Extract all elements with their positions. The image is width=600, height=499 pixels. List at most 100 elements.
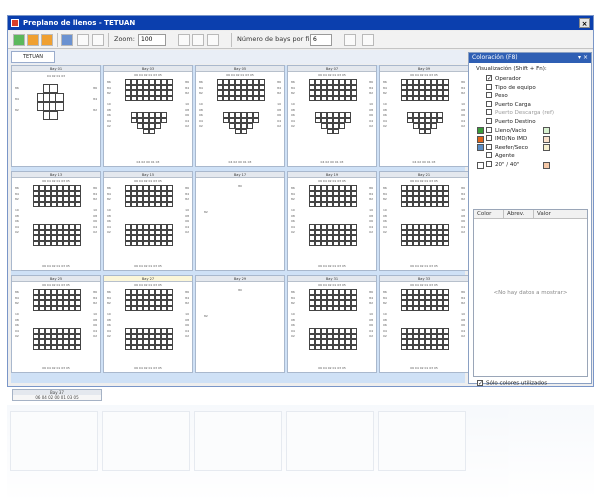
- bay-diagram[interactable]: Bay 07 06 04 02 01 03 05 04 02 00 01 03 86 …: [287, 65, 377, 167]
- tab-tetuan[interactable]: TETUAN: [11, 51, 55, 63]
- bay-diagram[interactable]: Bay 21 06 04 02 01 03 05 06 04 02 01 03 05…: [379, 171, 469, 271]
- only-used-colors-option[interactable]: ✓ Sólo colores utilizados: [477, 379, 547, 387]
- help-button[interactable]: [362, 34, 374, 46]
- container-slot[interactable]: [351, 95, 357, 101]
- container-slot[interactable]: [443, 305, 449, 311]
- color-swatch[interactable]: [477, 127, 484, 135]
- bay-diagram[interactable]: Bay 25 06 04 02 01 03 05 06 04 02 01 03 05…: [11, 275, 101, 373]
- container-slot[interactable]: [167, 344, 173, 350]
- refresh-button[interactable]: [77, 34, 89, 46]
- option-checkbox[interactable]: ✓: [486, 75, 492, 82]
- visualization-option[interactable]: ✓ Operador: [486, 75, 521, 83]
- bay-diagram[interactable]: Bay 03 06 04 02 01 03 05 04 02 00 01 03 86 …: [103, 65, 193, 167]
- option-label: IMD/No IMD: [495, 136, 528, 143]
- option-checkbox[interactable]: [486, 83, 492, 90]
- visualization-option[interactable]: Reefer/Seco: [486, 143, 528, 152]
- visualization-option[interactable]: Puerto Descarga (ref): [486, 109, 554, 117]
- container-slot[interactable]: [443, 201, 449, 207]
- close-button[interactable]: ×: [579, 18, 590, 28]
- visualization-option[interactable]: Peso: [486, 92, 508, 100]
- option-checkbox[interactable]: [486, 152, 492, 159]
- row-labels: 06 04 02 01 03 05: [42, 283, 70, 287]
- option-checkbox[interactable]: [486, 161, 492, 167]
- bay-diagram[interactable]: Bay 13 06 04 02 01 03 05 06 04 02 01 03 05…: [11, 171, 101, 271]
- color-swatch[interactable]: [477, 135, 484, 143]
- visualization-option[interactable]: Puerto Carga: [486, 100, 531, 109]
- container-slot[interactable]: [167, 95, 173, 101]
- tier-labels: 86 84 82 10 08 06 04 02: [15, 186, 19, 234]
- visualization-option[interactable]: 20" / 40": [486, 161, 519, 169]
- container-slot[interactable]: [351, 201, 357, 207]
- visualization-option[interactable]: Puerto Destino: [486, 118, 536, 126]
- visualization-option[interactable]: Tipo de equipo: [486, 83, 536, 92]
- container-slot[interactable]: [351, 305, 357, 311]
- panel-menu-icon[interactable]: ▾ ×: [578, 53, 588, 63]
- container-slot[interactable]: [351, 240, 357, 246]
- visualization-option[interactable]: Agente: [486, 152, 515, 160]
- container-slot[interactable]: [55, 93, 64, 102]
- option-checkbox[interactable]: [486, 143, 492, 150]
- bay-diagram[interactable]: Bay 17 80 82: [195, 171, 285, 271]
- option-label: 20" / 40": [495, 162, 520, 168]
- bay-diagram[interactable]: Bay 05 06 04 02 01 03 05 04 02 00 01 03 86 …: [195, 65, 285, 167]
- visualization-option[interactable]: IMD/No IMD: [486, 135, 527, 143]
- print-button[interactable]: [61, 34, 73, 46]
- container-slot[interactable]: [259, 95, 265, 101]
- accept-button[interactable]: [13, 34, 25, 46]
- container-slot[interactable]: [351, 344, 357, 350]
- container-slot[interactable]: [75, 240, 81, 246]
- column-color[interactable]: Color: [474, 210, 504, 219]
- column-abbr[interactable]: Abrev.: [504, 210, 534, 219]
- container-slot[interactable]: [167, 305, 173, 311]
- toolbar: Zoom: 100 Número de bays por fila: 6: [8, 31, 593, 49]
- option-checkbox[interactable]: [486, 100, 492, 107]
- option-checkbox[interactable]: [486, 92, 492, 99]
- reflection-bay: [378, 411, 466, 471]
- export-button[interactable]: [41, 34, 53, 46]
- color-swatch[interactable]: [543, 144, 550, 152]
- option-checkbox[interactable]: [486, 126, 492, 133]
- bay-diagram[interactable]: Bay 31 06 04 02 01 03 05 06 04 02 01 03 05…: [287, 275, 377, 373]
- option-checkbox[interactable]: [486, 109, 492, 116]
- container-slot[interactable]: [75, 344, 81, 350]
- container-slot[interactable]: [75, 305, 81, 311]
- color-swatch[interactable]: [477, 144, 484, 152]
- bay-diagram[interactable]: Bay 33 06 04 02 01 03 05 06 04 02 01 03 05…: [379, 275, 469, 373]
- only-used-checkbox[interactable]: ✓: [477, 379, 483, 386]
- container-slot[interactable]: [75, 201, 81, 207]
- tier-labels: 86 84 82 10 08 06 04 02: [461, 186, 465, 234]
- bay-diagram[interactable]: Bay 29 80 82: [195, 275, 285, 373]
- color-swatch[interactable]: [543, 127, 550, 135]
- container-slot[interactable]: [55, 102, 64, 111]
- color-swatch[interactable]: [477, 161, 484, 169]
- container-slot[interactable]: [167, 201, 173, 207]
- bay-diagram[interactable]: Bay 01 04 02 01 03 86 84 82 86 84 82: [11, 65, 101, 167]
- column-value[interactable]: Valor: [534, 210, 589, 219]
- edit-button[interactable]: [27, 34, 39, 46]
- color-swatch[interactable]: [543, 135, 550, 143]
- container-slot[interactable]: [443, 95, 449, 101]
- bays-per-row-input[interactable]: 6: [310, 34, 332, 46]
- settings-button[interactable]: [344, 34, 356, 46]
- tier-labels: 82: [204, 210, 208, 214]
- bay-cells: [401, 185, 449, 207]
- option-label: Puerto Descarga (ref): [495, 110, 555, 117]
- bay-diagram[interactable]: Bay 27 06 04 02 01 03 05 06 04 02 01 03 05…: [103, 275, 193, 373]
- bay-cells: [401, 328, 449, 350]
- container-slot[interactable]: [443, 240, 449, 246]
- zoom-out-button[interactable]: [192, 34, 204, 46]
- container-slot[interactable]: [443, 344, 449, 350]
- empty-slot: [161, 129, 167, 135]
- zoom-in-button[interactable]: [178, 34, 190, 46]
- option-checkbox[interactable]: [486, 118, 492, 124]
- grid-button[interactable]: [92, 34, 104, 46]
- color-swatch[interactable]: [543, 161, 550, 169]
- container-slot[interactable]: [167, 240, 173, 246]
- bay-diagram[interactable]: Bay 09 06 04 02 01 03 05 04 02 00 01 03 86 …: [379, 65, 469, 167]
- zoom-input[interactable]: 100: [138, 34, 166, 46]
- layout-button[interactable]: [207, 34, 219, 46]
- bay-diagram[interactable]: Bay 15 06 04 02 01 03 05 06 04 02 01 03 05…: [103, 171, 193, 271]
- bay-diagram[interactable]: Bay 19 06 04 02 01 03 05 06 04 02 01 03 05…: [287, 171, 377, 271]
- visualization-option[interactable]: Lleno/Vacio: [486, 126, 526, 135]
- option-checkbox[interactable]: [486, 135, 492, 142]
